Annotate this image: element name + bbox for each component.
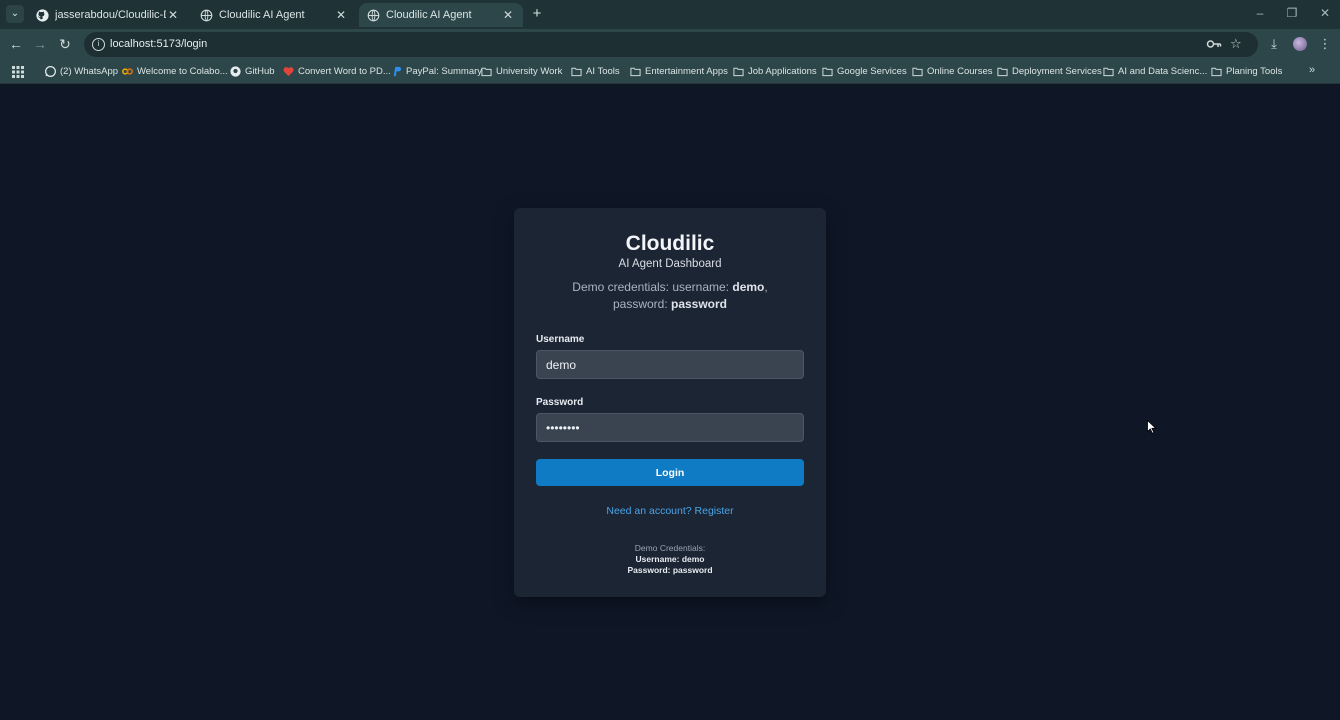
browser-chrome: ⌄ jasserabdou/Cloudilic-Dragify-A ✕ Clou… (0, 0, 1340, 84)
globe-icon (367, 9, 380, 22)
password-key-icon[interactable] (1206, 37, 1222, 51)
bookmark-university-work[interactable]: University Work (481, 64, 562, 79)
minimize-icon[interactable]: – (1253, 6, 1267, 20)
password-input[interactable] (536, 413, 804, 442)
whatsapp-icon (45, 66, 56, 77)
tab-cloudilic-1[interactable]: Cloudilic AI Agent ✕ (192, 3, 356, 27)
bookmark-ai-data-science[interactable]: AI and Data Scienc... (1103, 64, 1207, 79)
footer-username: Username: demo (635, 554, 705, 564)
apps-grid-icon[interactable] (12, 65, 24, 78)
forward-arrow-icon[interactable]: → (32, 36, 48, 52)
back-arrow-icon[interactable]: ← (8, 36, 24, 52)
folder-icon (630, 66, 641, 77)
brand-title: Cloudilic (625, 232, 715, 255)
folder-icon (1211, 66, 1222, 77)
heart-icon (283, 66, 294, 77)
close-icon[interactable]: ✕ (501, 8, 515, 22)
close-icon[interactable]: ✕ (334, 8, 348, 22)
bookmark-colab[interactable]: Welcome to Colabo... (122, 64, 228, 79)
footer-password: Password: password (627, 565, 713, 575)
reload-icon[interactable]: ↻ (57, 36, 73, 52)
bookmark-google-services[interactable]: Google Services (822, 64, 907, 79)
demo-credentials-footer: Demo Credentials: Username: demo Passwor… (514, 543, 826, 576)
tab-search-chevron-icon[interactable]: ⌄ (6, 5, 24, 23)
mouse-cursor-icon (1147, 420, 1157, 434)
restore-icon[interactable]: ❐ (1285, 6, 1299, 20)
register-link[interactable]: Need an account? Register (514, 505, 826, 517)
github-icon (230, 66, 241, 77)
username-label: Username (536, 334, 585, 345)
folder-icon (822, 66, 833, 77)
globe-icon (200, 9, 213, 22)
login-page: Cloudilic AI Agent Dashboard Demo creden… (0, 84, 1340, 720)
github-icon (36, 8, 49, 22)
password-label: Password (536, 397, 584, 408)
menu-kebab-icon[interactable]: ⋮ (1317, 36, 1333, 52)
colab-icon (122, 66, 133, 77)
paypal-icon (391, 66, 402, 77)
footer-title: Demo Credentials: (634, 543, 706, 553)
folder-icon (1103, 66, 1114, 77)
address-bar[interactable]: i localhost:5173/login ☆ (84, 32, 1258, 57)
tab-cloudilic-active[interactable]: Cloudilic AI Agent ✕ (359, 3, 523, 27)
address-url[interactable]: localhost:5173/login (110, 38, 207, 50)
bookmark-github[interactable]: GitHub (230, 64, 275, 79)
bookmark-online-courses[interactable]: Online Courses (912, 64, 992, 79)
bookmark-ai-tools[interactable]: AI Tools (571, 64, 620, 79)
folder-icon (912, 66, 923, 77)
tab-title: Cloudilic AI Agent (219, 9, 305, 21)
profile-avatar[interactable] (1293, 37, 1307, 51)
bookmark-convert-word[interactable]: Convert Word to PD... (283, 64, 391, 79)
bookmark-entertainment-apps[interactable]: Entertainment Apps (630, 64, 728, 79)
tab-strip: ⌄ jasserabdou/Cloudilic-Dragify-A ✕ Clou… (0, 0, 1340, 29)
folder-icon (571, 66, 582, 77)
bookmark-paypal[interactable]: PayPal: Summary (391, 64, 482, 79)
bookmark-planing-tools[interactable]: Planing Tools (1211, 64, 1282, 79)
login-button[interactable]: Login (536, 459, 804, 486)
folder-icon (997, 66, 1008, 77)
window-close-icon[interactable]: ✕ (1318, 6, 1332, 20)
tab-github[interactable]: jasserabdou/Cloudilic-Dragify-A ✕ (28, 3, 188, 27)
bookmarks-overflow-chevron-icon[interactable]: » (1309, 64, 1315, 76)
new-tab-plus-icon[interactable]: + (529, 6, 545, 22)
bookmark-job-applications[interactable]: Job Applications (733, 64, 817, 79)
username-input[interactable] (536, 350, 804, 379)
demo-credentials-note: Demo credentials: username: demo, passwo… (572, 280, 768, 311)
folder-icon (481, 66, 492, 77)
close-icon[interactable]: ✕ (166, 8, 180, 22)
tab-title: Cloudilic AI Agent (386, 9, 472, 21)
folder-icon (733, 66, 744, 77)
tab-title: jasserabdou/Cloudilic-Dragify-A (55, 9, 166, 21)
browser-toolbar: ← → ↻ i localhost:5173/login ☆ ⤓ ⋮ (0, 29, 1340, 59)
site-info-icon[interactable]: i (92, 38, 105, 51)
login-card: Cloudilic AI Agent Dashboard Demo creden… (514, 208, 826, 597)
bookmark-deployment-services[interactable]: Deployment Services (997, 64, 1102, 79)
brand-subtitle: AI Agent Dashboard (618, 258, 722, 270)
bookmarks-bar: (2) WhatsApp Welcome to Colabo... GitHub… (0, 59, 1340, 84)
bookmark-whatsapp[interactable]: (2) WhatsApp (45, 64, 118, 79)
download-icon[interactable]: ⤓ (1266, 36, 1282, 52)
bookmark-star-icon[interactable]: ☆ (1230, 37, 1244, 51)
